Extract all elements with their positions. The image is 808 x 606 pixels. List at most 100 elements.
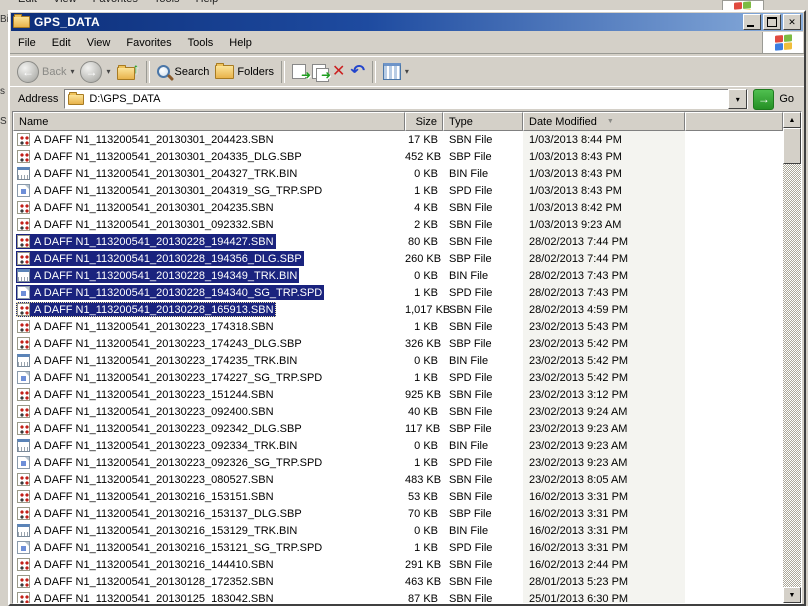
search-button[interactable]: Search	[154, 63, 213, 80]
file-date-modified: 23/02/2013 8:05 AM	[523, 474, 685, 486]
file-row[interactable]: A DAFF N1_113200541_20130216_153121_SG_T…	[13, 539, 783, 556]
file-name-cell: A DAFF N1_113200541_20130223_174243_DLG.…	[13, 336, 405, 351]
delete-button[interactable]: ✕	[329, 62, 348, 82]
undo-button[interactable]: ↶	[348, 62, 367, 82]
copy-to-icon: ➜	[312, 64, 326, 79]
file-row[interactable]: A DAFF N1_113200541_20130223_174227_SG_T…	[13, 369, 783, 386]
menu-tools[interactable]: Tools	[180, 34, 222, 52]
file-date-modified: 23/02/2013 5:42 PM	[523, 338, 685, 350]
scroll-up-button[interactable]: ▲	[783, 112, 801, 128]
up-button[interactable]: ↑	[114, 61, 142, 83]
address-input[interactable]: D:\GPS_DATA ▾	[64, 89, 748, 109]
file-row[interactable]: A DAFF N1_113200541_20130223_174235_TRK.…	[13, 352, 783, 369]
file-name-cell: A DAFF N1_113200541_20130128_172352.SBN	[13, 574, 405, 589]
file-row[interactable]: A DAFF N1_113200541_20130228_165913.SBN …	[13, 301, 783, 318]
file-row[interactable]: A DAFF N1_113200541_20130216_153129_TRK.…	[13, 522, 783, 539]
file-row[interactable]: A DAFF N1_113200541_20130301_092332.SBN …	[13, 216, 783, 233]
file-size: 1 KB	[405, 287, 443, 299]
file-row[interactable]: A DAFF N1_113200541_20130128_172352.SBN …	[13, 573, 783, 590]
file-row[interactable]: A DAFF N1_113200541_20130223_092334_TRK.…	[13, 437, 783, 454]
file-row[interactable]: A DAFF N1_113200541_20130228_194427.SBN …	[13, 233, 783, 250]
back-button[interactable]: ← Back ▾	[14, 59, 77, 85]
file-row[interactable]: A DAFF N1_113200541_20130301_204235.SBN …	[13, 199, 783, 216]
column-header-size[interactable]: Size	[405, 112, 443, 131]
file-date-modified: 23/02/2013 5:43 PM	[523, 321, 685, 333]
file-row[interactable]: A DAFF N1_113200541_20130223_080527.SBN …	[13, 471, 783, 488]
maximize-button[interactable]	[763, 14, 781, 30]
file-name: A DAFF N1_113200541_20130301_204235.SBN	[34, 202, 274, 214]
move-to-button[interactable]: ➜	[289, 62, 309, 81]
file-name-cell: A DAFF N1_113200541_20130228_194349_TRK.…	[13, 268, 405, 283]
menu-file[interactable]: File	[10, 34, 44, 52]
file-type: SPD File	[443, 457, 523, 469]
file-row[interactable]: A DAFF N1_113200541_20130223_092326_SG_T…	[13, 454, 783, 471]
file-row[interactable]: A DAFF N1_113200541_20130228_194349_TRK.…	[13, 267, 783, 284]
file-size: 87 KB	[405, 593, 443, 604]
file-name-cell: A DAFF N1_113200541_20130216_144410.SBN	[13, 557, 405, 572]
file-row[interactable]: A DAFF N1_113200541_20130228_194356_DLG.…	[13, 250, 783, 267]
file-date-modified: 28/02/2013 4:59 PM	[523, 304, 685, 316]
forward-button[interactable]: → ▾	[77, 59, 113, 85]
toolbar-separator	[281, 61, 285, 83]
address-label: Address	[18, 93, 58, 105]
close-button[interactable]: ✕	[783, 14, 801, 30]
file-name: A DAFF N1_113200541_20130228_165913.SBN	[34, 304, 274, 316]
copy-to-button[interactable]: ➜	[309, 62, 329, 81]
address-folder-icon	[68, 94, 84, 105]
file-row[interactable]: A DAFF N1_113200541_20130223_174243_DLG.…	[13, 335, 783, 352]
file-row[interactable]: A DAFF N1_113200541_20130125_183042.SBN …	[13, 590, 783, 603]
file-date-modified: 28/02/2013 7:43 PM	[523, 270, 685, 282]
file-type: SBN File	[443, 559, 523, 571]
file-row[interactable]: A DAFF N1_113200541_20130301_204423.SBN …	[13, 131, 783, 148]
views-button[interactable]: ▾	[380, 61, 412, 82]
file-row[interactable]: A DAFF N1_113200541_20130223_174318.SBN …	[13, 318, 783, 335]
menu-edit[interactable]: Edit	[44, 34, 79, 52]
vertical-scrollbar[interactable]: ▲ ▼	[783, 112, 801, 603]
file-date-modified: 1/03/2013 8:43 PM	[523, 168, 685, 180]
file-row[interactable]: A DAFF N1_113200541_20130301_204319_SG_T…	[13, 182, 783, 199]
column-header-name[interactable]: Name	[13, 112, 405, 131]
sbn-file-icon	[17, 405, 30, 418]
back-dropdown-icon[interactable]: ▾	[70, 67, 74, 76]
folders-button[interactable]: Folders	[212, 63, 277, 81]
file-row[interactable]: A DAFF N1_113200541_20130228_194340_SG_T…	[13, 284, 783, 301]
column-header-type[interactable]: Type	[443, 112, 523, 131]
file-name: A DAFF N1_113200541_20130223_080527.SBN	[34, 474, 274, 486]
address-value: D:\GPS_DATA	[89, 93, 160, 105]
file-name-cell: A DAFF N1_113200541_20130216_153121_SG_T…	[13, 540, 405, 555]
go-button[interactable]: →	[753, 89, 774, 110]
minimize-button[interactable]	[743, 14, 761, 30]
file-size: 17 KB	[405, 134, 443, 146]
file-list: NameSizeTypeDate Modified▼ A DAFF N1_113…	[12, 111, 802, 604]
menu-favorites[interactable]: Favorites	[118, 34, 179, 52]
file-row[interactable]: A DAFF N1_113200541_20130223_151244.SBN …	[13, 386, 783, 403]
scrollbar-thumb[interactable]	[783, 128, 801, 164]
window-title: GPS_DATA	[34, 15, 100, 29]
sbn-file-icon	[17, 320, 30, 333]
close-icon: ✕	[788, 17, 796, 28]
column-header-date-modified[interactable]: Date Modified▼	[523, 112, 685, 131]
file-name-cell: A DAFF N1_113200541_20130216_153151.SBN	[13, 489, 405, 504]
file-row[interactable]: A DAFF N1_113200541_20130301_204327_TRK.…	[13, 165, 783, 182]
file-name-cell: A DAFF N1_113200541_20130301_204235.SBN	[13, 200, 405, 215]
menu-help[interactable]: Help	[221, 34, 260, 52]
file-name: A DAFF N1_113200541_20130223_092326_SG_T…	[34, 457, 322, 469]
file-row[interactable]: A DAFF N1_113200541_20130216_153151.SBN …	[13, 488, 783, 505]
file-row[interactable]: A DAFF N1_113200541_20130223_092342_DLG.…	[13, 420, 783, 437]
file-size: 1 KB	[405, 457, 443, 469]
file-name: A DAFF N1_113200541_20130228_194340_SG_T…	[34, 287, 322, 299]
file-name-cell: A DAFF N1_113200541_20130223_174227_SG_T…	[13, 370, 405, 385]
views-dropdown-icon[interactable]: ▾	[405, 67, 409, 76]
file-row[interactable]: A DAFF N1_113200541_20130301_204335_DLG.…	[13, 148, 783, 165]
file-row[interactable]: A DAFF N1_113200541_20130216_153137_DLG.…	[13, 505, 783, 522]
file-row[interactable]: A DAFF N1_113200541_20130223_092400.SBN …	[13, 403, 783, 420]
menu-view[interactable]: View	[79, 34, 119, 52]
address-dropdown-button[interactable]: ▾	[728, 89, 747, 109]
file-date-modified: 1/03/2013 8:44 PM	[523, 134, 685, 146]
forward-dropdown-icon[interactable]: ▾	[106, 67, 110, 76]
file-row[interactable]: A DAFF N1_113200541_20130216_144410.SBN …	[13, 556, 783, 573]
title-bar[interactable]: GPS_DATA ✕	[11, 13, 803, 31]
scroll-down-button[interactable]: ▼	[783, 587, 801, 603]
background-logo-box	[722, 0, 764, 10]
file-date-modified: 28/02/2013 7:44 PM	[523, 236, 685, 248]
